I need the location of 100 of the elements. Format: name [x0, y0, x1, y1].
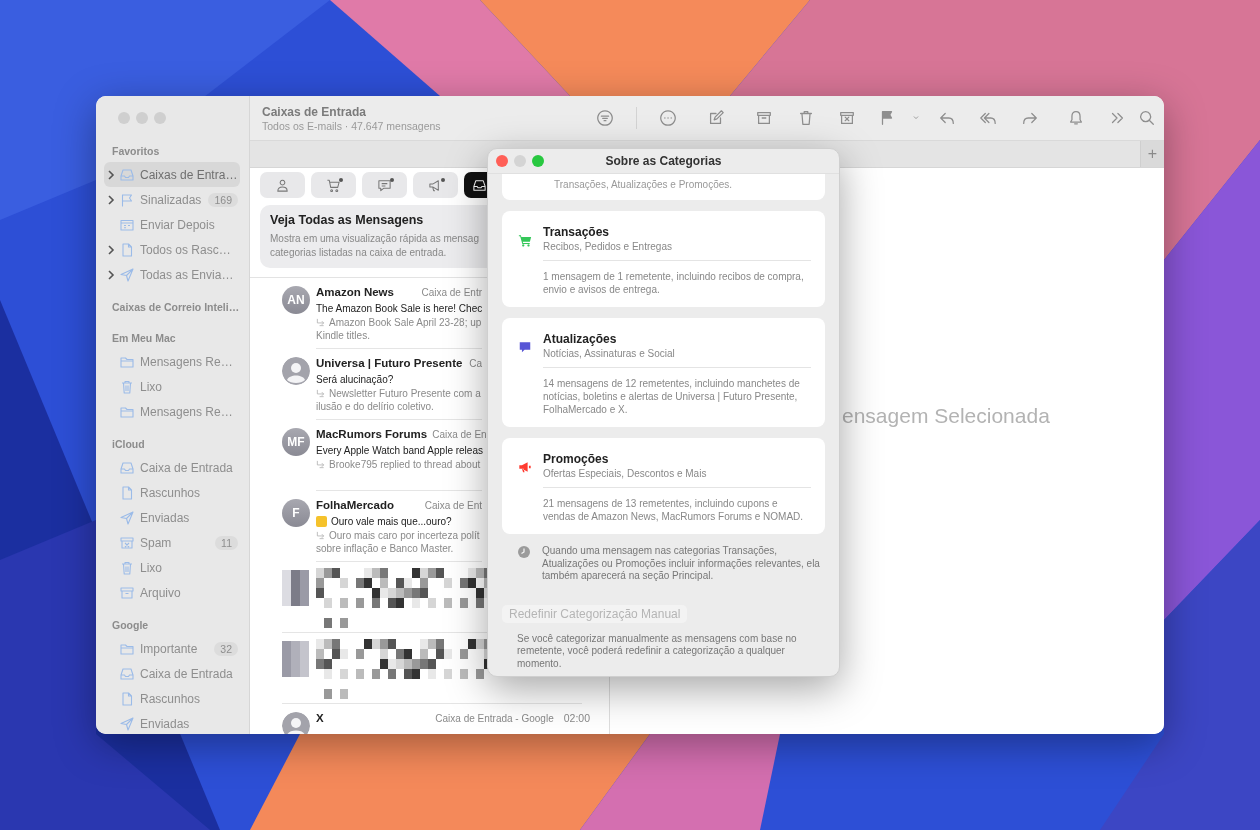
window-subtitle: Todos os E-mails · 47.647 mensagens [262, 119, 442, 132]
search-icon[interactable] [1138, 109, 1156, 127]
sender-name: MacRumors Forums [316, 428, 428, 440]
trash-icon [119, 559, 135, 576]
archive-icon[interactable] [755, 109, 773, 127]
clock-icon [518, 546, 530, 558]
mailbox-label: Caixa de En [431, 429, 487, 440]
sidebar-item[interactable]: Caixas de Entra… [104, 162, 240, 187]
compose-icon[interactable] [707, 109, 725, 127]
category-title: Promoções [543, 452, 610, 466]
window-title: Caixas de Entrada [262, 104, 368, 119]
sender-name: Amazon News [316, 286, 394, 298]
archive-box-icon [119, 584, 135, 601]
card-text: Mostra em uma visualização rápida as mensag categorias listadas na caixa de entrada. [270, 232, 479, 260]
count-badge: 32 [214, 641, 238, 656]
more-options-icon[interactable] [659, 109, 677, 127]
card-title: Veja Todas as Mensagens [270, 213, 425, 227]
tray-icon [119, 665, 135, 682]
tray-icon [472, 177, 487, 193]
section-header: Google [111, 618, 150, 633]
category-description: 21 mensagens de 13 remetentes, incluindo cupons e vendas de Amazon News, MacRumors Forums e NOMAD. [543, 497, 805, 523]
sender-name: Universa | Futuro Presente [316, 357, 463, 369]
disclosure-chevron-icon[interactable] [107, 244, 115, 255]
document-icon [119, 484, 135, 501]
category-description: 1 mensagem de 1 remetente, incluindo recibos de compra, envio e avisos de entrega. [543, 270, 805, 296]
card-text: Transações, Atualizações e Promoções. [554, 179, 733, 190]
note-text: Quando uma mensagem nas categorias Transações, Atualizações ou Promoções incluir informações relevantes, ela também aparecerá na seção Principal. [542, 545, 821, 583]
junk-box-icon [119, 534, 135, 551]
junk-icon[interactable] [838, 109, 856, 127]
sidebar-item[interactable]: Sinalizadas 169 [104, 187, 240, 212]
mailbox-label: Ca [468, 358, 482, 369]
sidebar-item[interactable]: Mensagens Re… [104, 349, 240, 374]
sidebar-item[interactable]: Todas as Envia… [104, 262, 240, 287]
close-button[interactable] [496, 155, 508, 167]
paper-plane-icon [119, 266, 135, 283]
message-preview: sobre inflação e Banco Master. [316, 542, 455, 555]
trash-icon [119, 378, 135, 395]
sidebar-item[interactable]: Rascunhos [104, 480, 240, 505]
reply-arrow-icon [316, 531, 325, 540]
sidebar-item[interactable]: Caixa de Entrada [104, 455, 240, 480]
sidebar-item[interactable]: Spam 11 [104, 530, 240, 555]
sidebar-item[interactable]: Mensagens Re… [104, 399, 240, 424]
count-badge: 169 [208, 192, 238, 207]
message-preview: Kindle titles. [316, 329, 371, 342]
sidebar-item[interactable]: Rascunhos [104, 686, 240, 711]
message-preview: Amazon Book Sale April 23-28; up [329, 316, 482, 329]
disclosure-chevron-icon[interactable] [107, 169, 115, 180]
avatar: F [282, 499, 310, 527]
section-header: Favoritos [111, 144, 161, 159]
mailbox-label: Caixa de Entr [420, 287, 482, 298]
sidebar-item[interactable]: Enviadas [104, 711, 240, 734]
new-tab-button[interactable]: + [1140, 141, 1164, 167]
trash-icon[interactable] [797, 109, 815, 127]
avatar: MF [282, 428, 310, 456]
dialog-title: Sobre as Categorias [605, 154, 722, 168]
reply-arrow-icon [316, 460, 325, 469]
sender-name: X [316, 712, 324, 724]
sidebar-item[interactable]: Enviadas [104, 505, 240, 530]
reply-arrow-icon [316, 389, 325, 398]
mailbox-label: Caixa de Entrada - Google [434, 713, 554, 724]
category-description: 14 mensagens de 12 remetentes, incluindo manchetes de notícias, boletins e alertas de Universa | Futuro Presente, FolhaMercado e X. [543, 377, 801, 416]
message-subject: The Amazon Book Sale is here! Chec [316, 303, 483, 314]
disclosure-chevron-icon[interactable] [107, 269, 115, 280]
message-preview: Brooke795 replied to thread about [329, 458, 481, 471]
message-subject: Every Apple Watch band Apple releas [316, 445, 483, 456]
tray-icon [119, 459, 135, 476]
sidebar-item[interactable]: Enviar Depois [104, 212, 240, 237]
message-preview: Ouro mais caro por incerteza polít [329, 529, 480, 542]
message-subject: Será alucinação? [316, 374, 394, 385]
sidebar-item[interactable]: Lixo [104, 374, 240, 399]
chat-bubble-icon [377, 177, 392, 193]
person-avatar-icon [282, 357, 310, 385]
sidebar-item[interactable]: Lixo [104, 555, 240, 580]
sidebar-item[interactable]: Caixa de Entrada [104, 661, 240, 686]
flag-icon [119, 191, 135, 208]
mailbox-label: Caixa de Ent [423, 500, 482, 511]
zoom-button[interactable] [532, 155, 544, 167]
section-header: Caixas de Correio Inteli… [111, 300, 240, 315]
bell-icon[interactable] [1067, 109, 1085, 127]
sidebar-item[interactable]: Arquivo [104, 580, 240, 605]
sidebar-item[interactable]: Importante 32 [104, 636, 240, 661]
cart-icon [326, 177, 341, 193]
message-row[interactable]: X Caixa de Entrada - Google 02:00 [282, 704, 609, 734]
document-icon [119, 690, 135, 707]
empty-state-text: ensagem Selecionada [842, 404, 1050, 428]
paper-plane-icon [119, 509, 135, 526]
category-title: Atualizações [543, 332, 618, 346]
message-preview: Newsletter Futuro Presente com a [329, 387, 481, 400]
message-preview: ilusão e do delírio coletivo. [316, 400, 435, 413]
disclosure-chevron-icon[interactable] [107, 194, 115, 205]
person-icon [275, 177, 290, 193]
filter-icon[interactable] [596, 109, 614, 127]
document-icon [119, 241, 135, 258]
tray-icon [119, 166, 135, 183]
avatar: AN [282, 286, 310, 314]
footer-text: Se você categorizar manualmente as mensagens com base no remetente, você poderá redefinir a categorização a qualquer momento. [517, 632, 798, 670]
category-subtitle: Notícias, Assinaturas e Social [543, 348, 676, 359]
section-header: Em Meu Mac [111, 331, 177, 346]
category-subtitle: Ofertas Especiais, Descontos e Mais [543, 468, 708, 479]
sidebar-item[interactable]: Todos os Rasc… [104, 237, 240, 262]
